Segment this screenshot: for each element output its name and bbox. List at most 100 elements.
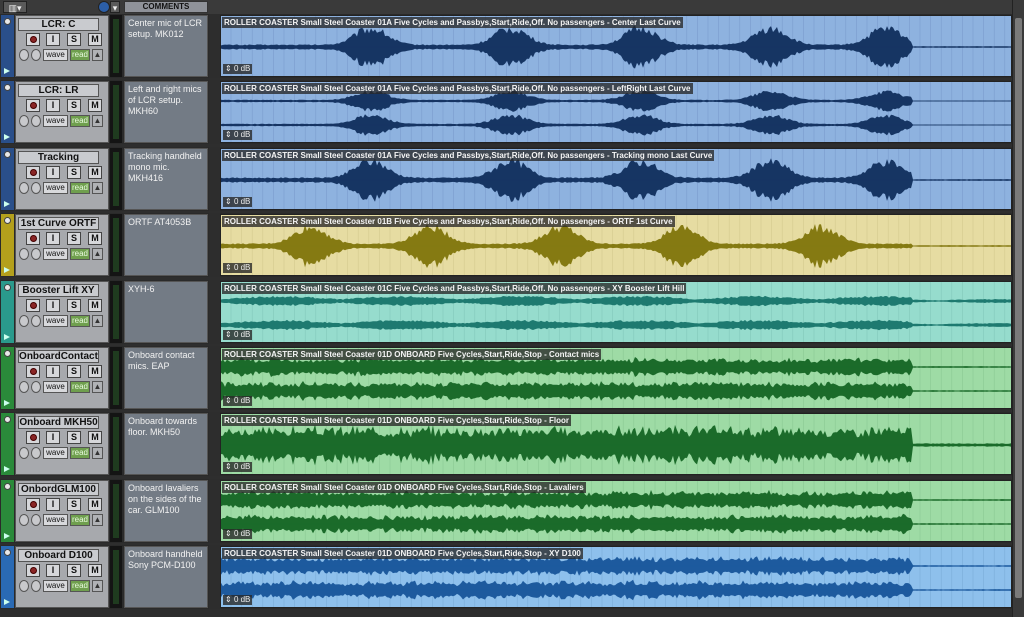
output-icon[interactable] bbox=[31, 314, 41, 327]
output-icon[interactable] bbox=[31, 181, 41, 194]
track-select-dot[interactable] bbox=[4, 18, 11, 25]
output-icon[interactable] bbox=[31, 115, 41, 128]
mute-button[interactable]: M bbox=[88, 165, 102, 179]
input-monitor-button[interactable]: I bbox=[46, 564, 60, 578]
solo-button[interactable]: S bbox=[67, 564, 81, 578]
track-select-dot[interactable] bbox=[4, 549, 11, 557]
automation-mode-selector[interactable]: read bbox=[70, 513, 90, 526]
record-enable-button[interactable] bbox=[26, 431, 40, 445]
track-color-strip[interactable] bbox=[1, 479, 14, 542]
clip-gain-label[interactable]: ⇕ 0 dB bbox=[223, 528, 253, 539]
track-view-selector[interactable]: wave bbox=[43, 513, 68, 526]
voice-icon[interactable] bbox=[19, 314, 29, 327]
audio-clip[interactable]: ROLLER COASTER Small Steel Coaster 01C F… bbox=[220, 280, 1012, 343]
track-view-selector[interactable]: wave bbox=[43, 115, 68, 128]
clip-gain-label[interactable]: ⇕ 0 dB bbox=[223, 329, 253, 340]
record-enable-button[interactable] bbox=[26, 165, 40, 179]
solo-button[interactable]: S bbox=[67, 365, 81, 378]
audio-clip[interactable]: ROLLER COASTER Small Steel Coaster 01B F… bbox=[220, 214, 1012, 277]
solo-button[interactable]: S bbox=[67, 232, 81, 246]
track-comment[interactable]: Tracking handheld mono mic. MKH416 bbox=[124, 147, 208, 210]
input-monitor-button[interactable]: I bbox=[46, 298, 60, 312]
track-name[interactable]: OnboardContact bbox=[18, 350, 99, 363]
chevron-down-icon[interactable]: ▾ bbox=[110, 1, 120, 13]
automation-lane-icon[interactable]: ▲ bbox=[92, 115, 103, 128]
scrollbar-thumb[interactable] bbox=[1015, 18, 1022, 598]
track-row[interactable]: LCR: C I S M wave read ▲ Center mic of L… bbox=[0, 14, 1024, 78]
mute-button[interactable]: M bbox=[88, 298, 102, 312]
record-enable-button[interactable] bbox=[26, 33, 40, 46]
track-select-dot[interactable] bbox=[4, 283, 11, 291]
record-enable-button[interactable] bbox=[26, 365, 40, 378]
track-view-selector[interactable]: wave bbox=[43, 314, 68, 327]
track-color-strip[interactable] bbox=[1, 280, 14, 343]
mute-button[interactable]: M bbox=[88, 431, 102, 445]
track-comment[interactable]: Left and right mics of LCR setup. MKH60 bbox=[124, 81, 208, 144]
mute-button[interactable]: M bbox=[88, 564, 102, 578]
track-row[interactable]: 1st Curve ORTF I S M wave read ▲ ORTF AT… bbox=[0, 213, 1024, 278]
track-select-dot[interactable] bbox=[4, 84, 11, 92]
track-name[interactable]: Onboard MKH50 bbox=[18, 416, 99, 430]
track-view-selector[interactable]: wave bbox=[43, 381, 68, 393]
automation-mode-selector[interactable]: read bbox=[70, 248, 90, 261]
voice-icon[interactable] bbox=[19, 181, 29, 194]
audio-clip[interactable]: ROLLER COASTER Small Steel Coaster 01D O… bbox=[220, 413, 1012, 476]
solo-button[interactable]: S bbox=[67, 431, 81, 445]
automation-mode-selector[interactable]: read bbox=[70, 181, 90, 194]
mute-button[interactable]: M bbox=[88, 33, 102, 46]
track-name[interactable]: LCR: C bbox=[18, 18, 99, 31]
audio-clip[interactable]: ROLLER COASTER Small Steel Coaster 01A F… bbox=[220, 147, 1012, 210]
automation-mode-selector[interactable]: read bbox=[70, 381, 90, 393]
track-view-selector[interactable]: wave bbox=[43, 248, 68, 261]
track-select-dot[interactable] bbox=[4, 217, 11, 225]
solo-button[interactable]: S bbox=[67, 99, 81, 113]
track-comment[interactable]: Center mic of LCR setup. MK012 bbox=[124, 15, 208, 77]
clip-gain-label[interactable]: ⇕ 0 dB bbox=[223, 64, 253, 74]
track-row[interactable]: OnbordGLM100 I S M wave read ▲ Onboard l… bbox=[0, 478, 1024, 543]
track-comment[interactable]: XYH-6 bbox=[124, 280, 208, 343]
track-comment[interactable]: ORTF AT4053B bbox=[124, 214, 208, 277]
expand-arrow-icon[interactable] bbox=[4, 466, 10, 473]
automation-lane-icon[interactable]: ▲ bbox=[92, 580, 103, 593]
track-select-dot[interactable] bbox=[4, 350, 11, 357]
voice-icon[interactable] bbox=[19, 49, 29, 61]
track-color-strip[interactable] bbox=[1, 546, 14, 609]
automation-mode-selector[interactable]: read bbox=[70, 115, 90, 128]
track-row[interactable]: Tracking I S M wave read ▲ Tracking hand… bbox=[0, 146, 1024, 211]
output-icon[interactable] bbox=[31, 381, 41, 393]
automation-lane-icon[interactable]: ▲ bbox=[92, 49, 103, 61]
output-icon[interactable] bbox=[31, 447, 41, 460]
voice-icon[interactable] bbox=[19, 447, 29, 460]
automation-mode-selector[interactable]: read bbox=[70, 49, 90, 61]
track-view-selector[interactable]: wave bbox=[43, 580, 68, 593]
input-monitor-button[interactable]: I bbox=[46, 431, 60, 445]
track-color-strip[interactable] bbox=[1, 214, 14, 277]
track-select-dot[interactable] bbox=[4, 416, 11, 424]
track-comment[interactable]: Onboard towards floor. MKH50 bbox=[124, 413, 208, 476]
output-icon[interactable] bbox=[31, 248, 41, 261]
track-select-dot[interactable] bbox=[4, 150, 11, 158]
track-comment[interactable]: Onboard contact mics. EAP bbox=[124, 347, 208, 409]
mute-button[interactable]: M bbox=[88, 497, 102, 511]
mute-button[interactable]: M bbox=[88, 232, 102, 246]
solo-button[interactable]: S bbox=[67, 298, 81, 312]
expand-arrow-icon[interactable] bbox=[4, 267, 10, 274]
track-name[interactable]: OnbordGLM100 bbox=[18, 482, 99, 496]
input-monitor-button[interactable]: I bbox=[46, 365, 60, 378]
expand-arrow-icon[interactable] bbox=[4, 333, 10, 340]
track-row[interactable]: OnboardContact I S M wave read ▲ Onboard… bbox=[0, 346, 1024, 410]
record-enable-button[interactable] bbox=[26, 497, 40, 511]
audio-clip[interactable]: ROLLER COASTER Small Steel Coaster 01A F… bbox=[220, 15, 1012, 77]
clip-gain-label[interactable]: ⇕ 0 dB bbox=[223, 196, 253, 207]
input-monitor-button[interactable]: I bbox=[46, 497, 60, 511]
automation-mode-selector[interactable]: read bbox=[70, 447, 90, 460]
track-view-selector[interactable]: wave bbox=[43, 181, 68, 194]
track-comment[interactable]: Onboard lavaliers on the sides of the ca… bbox=[124, 479, 208, 542]
mute-button[interactable]: M bbox=[88, 99, 102, 113]
automation-lane-icon[interactable]: ▲ bbox=[92, 381, 103, 393]
record-enable-button[interactable] bbox=[26, 564, 40, 578]
input-monitor-button[interactable]: I bbox=[46, 165, 60, 179]
clip-gain-label[interactable]: ⇕ 0 dB bbox=[223, 462, 253, 473]
audio-clip[interactable]: ROLLER COASTER Small Steel Coaster 01A F… bbox=[220, 81, 1012, 144]
output-icon[interactable] bbox=[31, 49, 41, 61]
